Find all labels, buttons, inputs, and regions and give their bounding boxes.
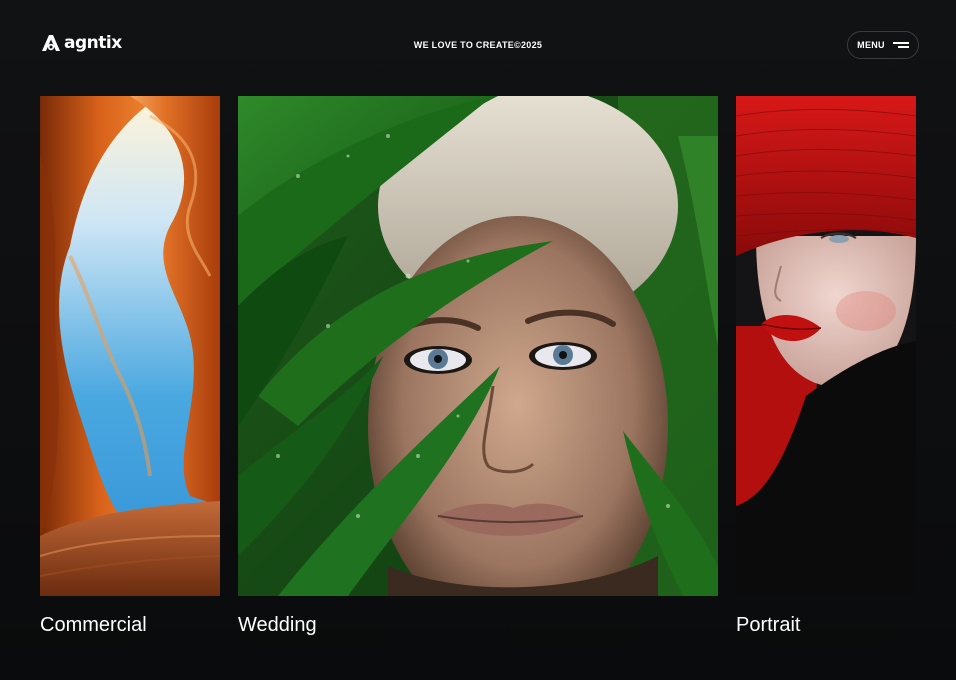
hamburger-icon [892,41,909,49]
tagline: WE LOVE TO CREATE©2025 [413,40,543,50]
canyon-photo [40,96,220,596]
gallery-card-wedding[interactable]: Wedding [238,96,718,636]
site-header: agntix WE LOVE TO CREATE©2025 MENU [0,0,956,90]
gallery-caption-portrait[interactable]: Portrait [736,614,800,637]
gallery-caption-wedding[interactable]: Wedding [238,614,317,637]
gallery-caption-commercial[interactable]: Commercial [40,614,147,637]
page: agntix WE LOVE TO CREATE©2025 MENU Comme… [0,0,956,680]
menu-button[interactable]: MENU [847,31,919,59]
menu-label: MENU [857,40,885,50]
red-hat-photo [736,96,916,596]
gallery-card-commercial[interactable]: Commercial [40,96,220,636]
wedding-image[interactable] [238,96,718,596]
leaf-face-photo [238,96,718,596]
portrait-image[interactable] [736,96,916,596]
gallery-card-portrait[interactable]: Portrait [736,96,916,636]
commercial-image[interactable] [40,96,220,596]
